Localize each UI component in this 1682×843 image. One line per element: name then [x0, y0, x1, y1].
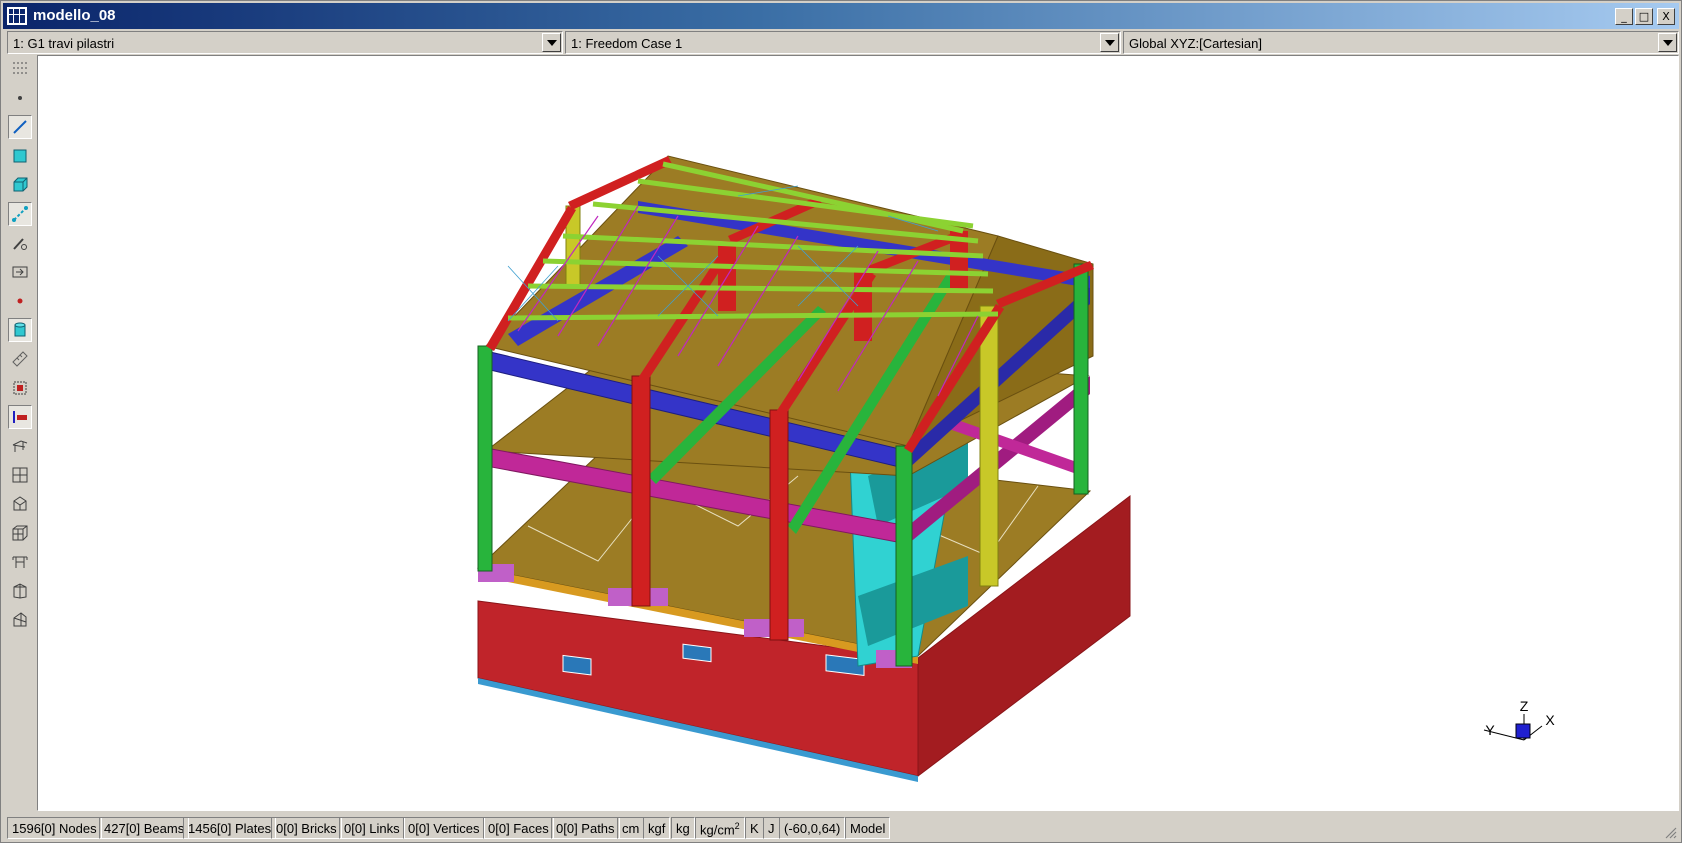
node-icon[interactable]	[8, 86, 32, 110]
freedom-case-value: 1: Freedom Case 1	[571, 36, 683, 51]
resize-grip-icon[interactable]	[1663, 825, 1677, 839]
section-icon[interactable]	[8, 376, 32, 400]
brick-icon[interactable]	[8, 173, 32, 197]
freedom-case-dropdown[interactable]: 1: Freedom Case 1	[565, 31, 1121, 54]
status-plates: 1456[0] Plates	[183, 817, 277, 839]
application-window: modello_08 _ □ X 1: G1 travi pilastri 1:…	[0, 0, 1682, 843]
model-viewport[interactable]: Z X Y	[37, 55, 1679, 811]
chevron-down-icon[interactable]	[542, 33, 561, 52]
column-green	[1073, 263, 1089, 495]
status-nodes: 1596[0] Nodes	[7, 817, 102, 839]
status-vertices: 0[0] Vertices	[403, 817, 485, 839]
column-red	[769, 409, 789, 641]
path-icon[interactable]	[8, 231, 32, 255]
status-unit-temp[interactable]: K	[745, 817, 764, 839]
grid-dots-icon[interactable]	[8, 57, 32, 81]
mesh-icon[interactable]	[8, 463, 32, 487]
status-unit-energy[interactable]: J	[763, 817, 780, 839]
status-links: 0[0] Links	[339, 817, 405, 839]
status-paths: 0[0] Paths	[551, 817, 620, 839]
status-bricks: 0[0] Bricks	[271, 817, 342, 839]
cube-wire-icon[interactable]	[8, 521, 32, 545]
chevron-down-icon[interactable]	[1658, 33, 1677, 52]
left-toolbar	[3, 55, 37, 811]
beam-icon[interactable]	[8, 115, 32, 139]
coordinate-system-dropdown[interactable]: Global XYZ:[Cartesian]	[1123, 31, 1679, 54]
status-unit-mass[interactable]: kg	[671, 817, 695, 839]
cylinder-icon[interactable]	[8, 318, 32, 342]
window-opening	[682, 643, 712, 663]
close-button[interactable]: X	[1657, 8, 1675, 25]
shell-icon[interactable]	[8, 579, 32, 603]
window-opening	[562, 654, 592, 676]
column-yellow	[979, 305, 999, 587]
status-mode: Model	[845, 817, 891, 839]
structural-model-3d: Z X Y	[476, 155, 1555, 782]
status-beams: 427[0] Beams	[99, 817, 190, 839]
axis-z-label: Z	[1520, 698, 1529, 714]
status-coords: (-60,0,64)	[779, 817, 846, 839]
frame-icon[interactable]	[8, 550, 32, 574]
title-bar[interactable]: modello_08 _ □ X	[3, 3, 1679, 29]
axis-y-label: Y	[1485, 722, 1495, 738]
coordinate-system-value: Global XYZ:[Cartesian]	[1129, 36, 1262, 51]
beam-property-icon[interactable]	[8, 405, 32, 429]
extrude-icon[interactable]	[8, 492, 32, 516]
export-icon[interactable]	[8, 260, 32, 284]
group-dropdown[interactable]: 1: G1 travi pilastri	[7, 31, 563, 54]
plate-icon[interactable]	[8, 144, 32, 168]
status-unit-force[interactable]: kgf	[643, 817, 671, 839]
axis-x-label: X	[1545, 712, 1555, 728]
window-title: modello_08	[33, 7, 116, 24]
status-faces: 0[0] Faces	[483, 817, 554, 839]
stairs-icon[interactable]	[8, 434, 32, 458]
ruler-icon[interactable]	[8, 347, 32, 371]
column-green	[477, 345, 493, 572]
status-unit-stress[interactable]: kg/cm2	[695, 817, 745, 839]
column-red	[631, 375, 651, 607]
minimize-button[interactable]: _	[1615, 8, 1633, 25]
unit-stress-base: kg/cm	[700, 822, 735, 838]
column-green	[895, 445, 913, 667]
chevron-down-icon[interactable]	[1100, 33, 1119, 52]
point-icon[interactable]	[8, 289, 32, 313]
unit-stress-exponent: 2	[734, 821, 740, 831]
link-icon[interactable]	[8, 202, 32, 226]
selector-toolbar: 1: G1 travi pilastri 1: Freedom Case 1 G…	[3, 31, 1679, 55]
status-unit-length[interactable]: cm	[617, 817, 645, 839]
axis-triad: Z X Y	[1483, 698, 1555, 741]
group-dropdown-value: 1: G1 travi pilastri	[13, 36, 115, 51]
surface-icon[interactable]	[8, 608, 32, 632]
status-bar: 1596[0] Nodes 427[0] Beams 1456[0] Plate…	[3, 815, 1679, 841]
app-grid-icon	[7, 7, 27, 25]
maximize-button[interactable]: □	[1635, 8, 1653, 25]
